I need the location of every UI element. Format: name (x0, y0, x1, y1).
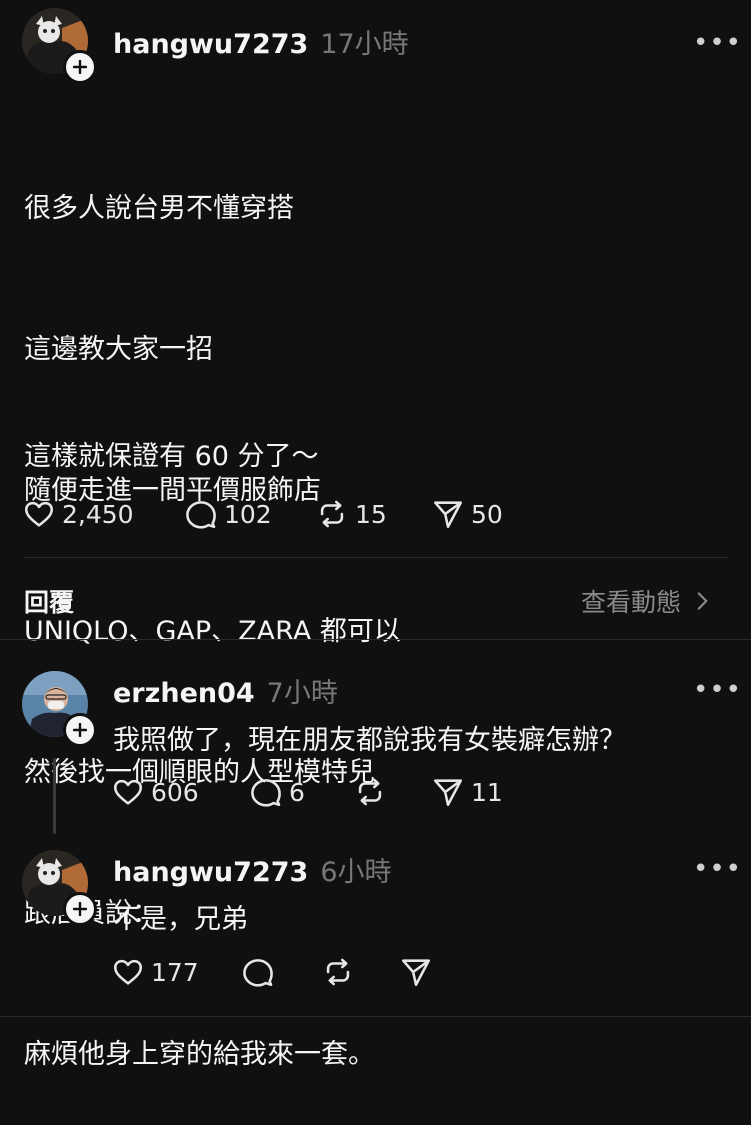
comment-icon (251, 779, 281, 807)
share-button[interactable]: 50 (431, 497, 503, 531)
like-button[interactable]: 2,450 (22, 497, 184, 531)
reply2-username[interactable]: hangwu7273 (113, 857, 308, 888)
share-button[interactable]: 11 (431, 775, 503, 809)
post-more-icon[interactable]: ••• (693, 28, 742, 58)
plus-icon (73, 723, 87, 737)
post-body-line: UNIQLO、GAP、ZARA 都可以 (24, 616, 401, 647)
chevron-right-icon (697, 592, 708, 610)
post-body-last-line: 這樣就保證有 60 分了～ (24, 441, 319, 472)
send-icon (433, 779, 463, 807)
comment-icon (243, 959, 273, 987)
heart-icon (113, 779, 143, 805)
view-activity-link[interactable]: 查看動態 (581, 583, 715, 619)
post-actions: 2,450 102 15 50 (22, 497, 503, 531)
reply1-more-icon[interactable]: ••• (693, 675, 742, 705)
reply1-text: 我照做了，現在朋友都說我有女裝癖怎辦？ (113, 725, 626, 756)
view-activity-label: 查看動態 (581, 588, 682, 617)
send-icon (401, 959, 431, 987)
comment-button[interactable]: 6 (249, 775, 353, 809)
repost-icon (320, 500, 344, 528)
post-body-line: 很多人說台男不懂穿搭 (24, 193, 294, 224)
plus-icon (73, 902, 87, 916)
comment-count: 102 (224, 499, 272, 529)
bottom-divider (0, 1016, 751, 1017)
reply2-actions: 177 (111, 955, 433, 989)
follow-plus-button[interactable] (63, 50, 97, 84)
repost-icon (358, 778, 382, 806)
like-count: 2,450 (62, 499, 134, 529)
reply2-header: hangwu7273 6小時 (113, 850, 392, 889)
like-count: 606 (151, 777, 199, 807)
post-time: 17小時 (320, 29, 409, 60)
reply2-more-icon[interactable]: ••• (693, 854, 742, 884)
reply1-time: 7小時 (266, 678, 338, 709)
share-button[interactable] (399, 955, 433, 989)
post-header: hangwu7273 17小時 (113, 22, 409, 61)
comment-button[interactable] (241, 955, 321, 989)
repost-button[interactable] (321, 955, 399, 989)
repost-button[interactable] (353, 775, 431, 809)
post-body-line: 這邊教大家一招 (24, 334, 213, 365)
thread-line (53, 758, 56, 834)
like-button[interactable]: 177 (111, 955, 241, 989)
like-count: 177 (151, 957, 199, 987)
reply2-text: 不是，兄弟 (113, 904, 248, 935)
send-icon (433, 501, 463, 529)
reply1-actions: 606 6 11 (111, 775, 503, 809)
follow-plus-button[interactable] (63, 713, 97, 747)
heart-icon (113, 959, 143, 985)
share-count: 11 (471, 777, 503, 807)
repost-count: 15 (355, 499, 387, 529)
like-button[interactable]: 606 (111, 775, 249, 809)
heart-icon (24, 501, 54, 527)
repost-button[interactable]: 15 (315, 497, 431, 531)
repost-icon (326, 958, 350, 986)
replies-label[interactable]: 回覆 (24, 583, 74, 619)
plus-icon (73, 60, 87, 74)
comment-count: 6 (289, 777, 305, 807)
post-username[interactable]: hangwu7273 (113, 29, 308, 60)
follow-plus-button[interactable] (63, 892, 97, 926)
reply2-time: 6小時 (320, 857, 392, 888)
divider (24, 557, 728, 558)
section-divider (0, 639, 751, 640)
share-count: 50 (471, 499, 503, 529)
comment-button[interactable]: 102 (184, 497, 315, 531)
reply1-username[interactable]: erzhen04 (113, 678, 255, 709)
comment-icon (186, 501, 216, 529)
post-body-line: 麻煩他身上穿的給我來一套。 (24, 1039, 375, 1070)
reply1-header: erzhen04 7小時 (113, 671, 338, 710)
